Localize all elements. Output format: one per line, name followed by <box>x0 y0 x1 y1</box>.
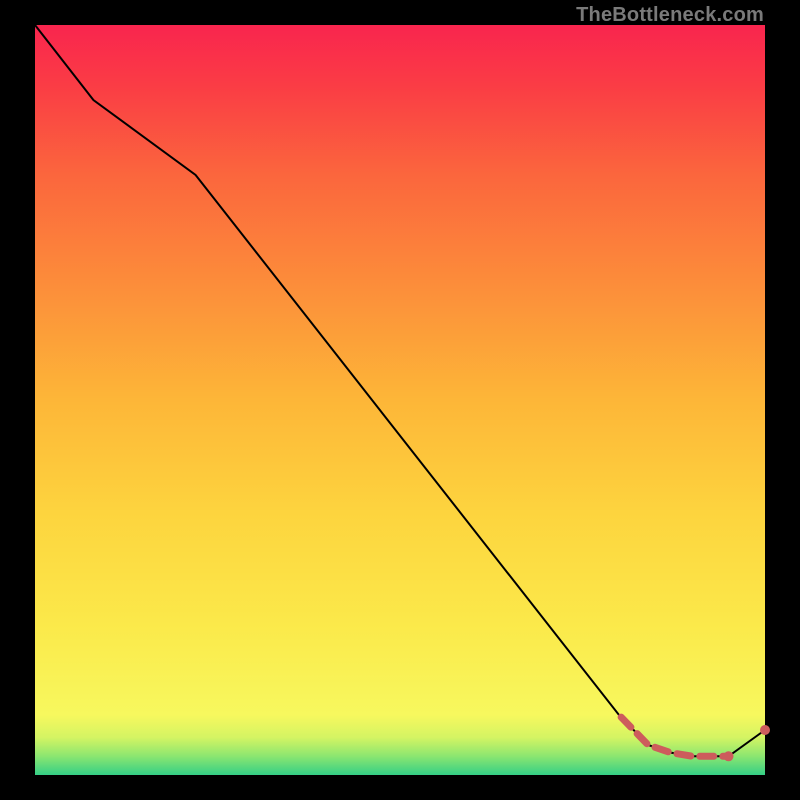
dashed-highlight <box>621 717 726 756</box>
main-curve <box>35 25 765 756</box>
chart-svg <box>35 25 765 775</box>
attribution-text: TheBottleneck.com <box>576 4 764 27</box>
